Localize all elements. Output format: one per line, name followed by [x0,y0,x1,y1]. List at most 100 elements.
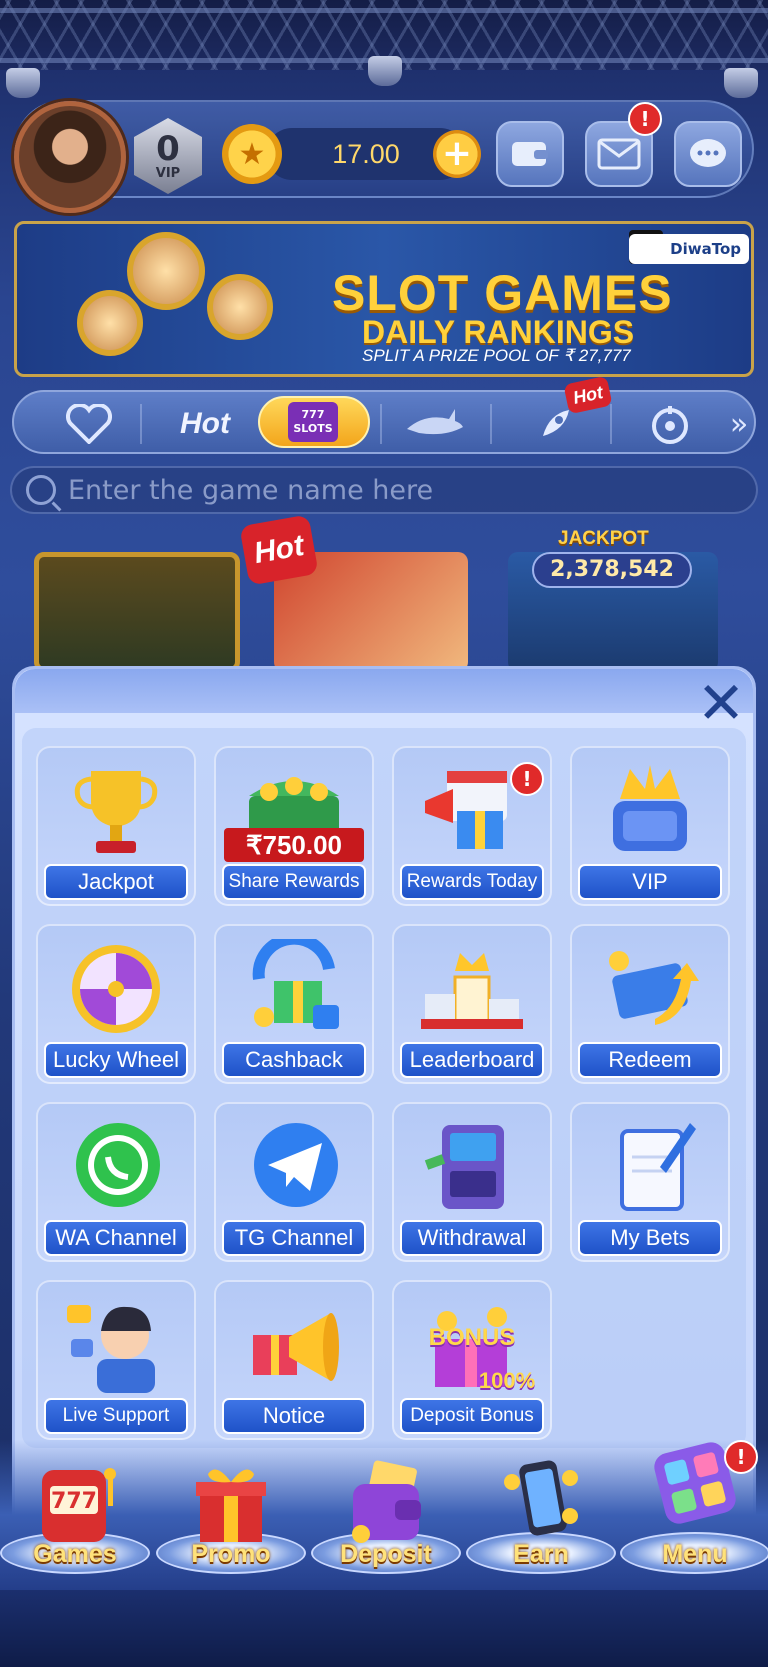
menu-tile-cashback[interactable]: Cashback [214,924,374,1084]
category-tabs: Hot » [12,390,756,454]
podium-icon [412,934,532,1044]
search-icon [26,475,56,505]
podium-avatar [77,290,143,356]
banner-prize-text: SPLIT A PRIZE POOL OF ₹ 27,777 [362,346,631,365]
menu-panel-header [15,669,753,713]
tab-divider [610,404,612,444]
mail-alert-badge: ! [628,102,662,136]
nav-deposit-label: Deposit [340,1540,432,1568]
menu-tile-redeem[interactable]: Redeem [570,924,730,1084]
menu-tile-rewards-today[interactable]: ! Rewards Today [392,746,552,906]
menu-tile-tg-channel[interactable]: TG Channel [214,1102,374,1262]
hot-badge: Hot [239,514,319,586]
podium-avatar [207,274,273,340]
search-input[interactable] [68,472,728,508]
close-icon: ✕ [696,669,746,737]
menu-tile-jackpot[interactable]: Jackpot [36,746,196,906]
menu-tile-label: Rewards Today [400,864,544,900]
spotlight-icon [724,68,758,98]
game-card[interactable] [34,552,240,672]
heart-icon [66,404,112,444]
support-chat-button[interactable] [674,121,742,187]
menu-tile-label: Notice [222,1398,366,1434]
nav-games[interactable]: 777 Games [0,1448,150,1578]
chevron-right-icon: » [729,406,749,442]
nav-earn[interactable]: Earn [466,1448,616,1578]
trophy-icon [56,756,176,866]
podium-avatar [127,232,205,310]
menu-tile-label: Lucky Wheel [44,1042,188,1078]
menu-tile-live-support[interactable]: Live Support [36,1280,196,1440]
tab-table-games[interactable] [620,392,720,456]
nav-promo-label: Promo [191,1540,271,1568]
coin-icon: ★ [222,124,282,184]
menu-tile-vip[interactable]: VIP [570,746,730,906]
tab-favorites[interactable] [34,392,144,456]
wallet-button[interactable] [496,121,564,187]
spotlight-icon [6,68,40,98]
wallet-icon [336,1456,436,1546]
tab-fishing[interactable] [380,392,490,456]
jackpot-value: 2,378,542 [532,552,692,588]
brand-name: DiwaTop [629,234,749,264]
cashback-gift-icon [234,934,354,1044]
promo-banner[interactable]: DiwaTop SLOT GAMES DAILY RANKINGS SPLIT … [14,221,754,377]
tabs-scroll-right[interactable]: » [722,392,756,456]
add-funds-button[interactable]: + [433,130,481,178]
menu-tile-share-rewards[interactable]: ₹750.00 Share Rewards [214,746,374,906]
stage-floor [0,1590,768,1667]
menu-tile-wa-channel[interactable]: WA Channel [36,1102,196,1262]
tab-hot-label: Hot [180,407,230,440]
menu-tile-leaderboard[interactable]: Leaderboard [392,924,552,1084]
vip-level: 0 [156,128,180,169]
shark-icon [407,409,463,435]
menu-tile-lucky-wheel[interactable]: Lucky Wheel [36,924,196,1084]
chat-support-icon [690,139,726,167]
whatsapp-icon [56,1112,176,1222]
vip-label: VIP [155,165,181,181]
avatar[interactable] [14,101,126,213]
menu-tile-label: Share Rewards [222,864,366,900]
tab-slots-label: SLOTS [293,422,333,435]
nav-deposit[interactable]: Deposit [311,1448,461,1578]
slot-machine-icon: 777 [25,1456,125,1546]
game-search [10,466,758,514]
menu-tile-deposit-bonus[interactable]: BONUS 100% Deposit Bonus [392,1280,552,1440]
wheel-icon [56,934,176,1044]
gift-box-icon [181,1456,281,1546]
spotlight-icon [368,56,402,86]
nav-menu-label: Menu [662,1540,728,1568]
notebook-icon [590,1112,710,1222]
menu-alert-badge: ! [724,1440,758,1474]
menu-tile-label: Redeem [578,1042,722,1078]
nav-promo[interactable]: Promo [156,1448,306,1578]
close-button[interactable]: ✕ [694,674,748,732]
svg-text:777: 777 [51,1489,97,1514]
jackpot-label: JACKPOT [558,528,649,549]
rewards-alert-badge: ! [510,762,544,796]
menu-tile-my-bets[interactable]: My Bets [570,1102,730,1262]
menu-tile-label: WA Channel [44,1220,188,1256]
tab-hot[interactable]: Hot [150,392,260,456]
share-amount: ₹750.00 [224,828,364,862]
menu-tile-label: Live Support [44,1398,188,1434]
nav-games-label: Games [33,1540,117,1568]
menu-tile-label: Leaderboard [400,1042,544,1078]
menu-tile-label: Deposit Bonus [400,1398,544,1434]
bonus-percent: 100% [478,1368,536,1393]
menu-tile-withdrawal[interactable]: Withdrawal [392,1102,552,1262]
menu-tile-label: Cashback [222,1042,366,1078]
slots-icon: 777 SLOTS [288,402,338,442]
crown-throne-icon [590,756,710,866]
roulette-icon [652,406,688,444]
menu-tile-label: Jackpot [44,864,188,900]
menu-tile-label: Withdrawal [400,1220,544,1256]
tab-divider [490,404,492,444]
menu-tile-label: VIP [578,864,722,900]
mail-icon [597,138,641,170]
notice-megaphone-icon [234,1290,354,1400]
ticket-icon [590,934,710,1044]
menu-tile-notice[interactable]: Notice [214,1280,374,1440]
atm-icon [412,1112,532,1222]
phone-coins-icon [491,1456,591,1546]
